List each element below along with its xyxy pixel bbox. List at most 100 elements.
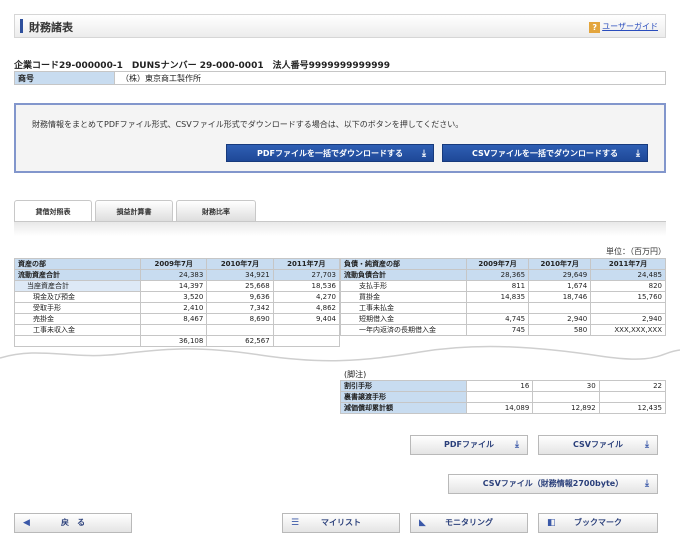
- row-label: 当座資産合計: [14, 280, 141, 292]
- table-row: 裏書譲渡手形: [340, 391, 667, 403]
- csv-financial-info-button[interactable]: CSVファイル（財務情報2700byte） ⤓: [448, 474, 658, 494]
- row-value: [598, 391, 667, 403]
- pdf-bulk-download-button[interactable]: PDFファイルを一括でダウンロードする ⤓: [226, 144, 434, 162]
- bulk-download-message: 財務情報をまとめてPDFファイル形式、CSVファイル形式でダウンロードする場合は…: [32, 120, 464, 129]
- row-value: 25,668: [206, 280, 274, 292]
- row-value: 745: [465, 324, 530, 336]
- back-label: 戻 る: [61, 518, 85, 527]
- csv-bulk-download-label: CSVファイルを一括でダウンロードする: [472, 149, 618, 158]
- csv-bulk-download-button[interactable]: CSVファイルを一括でダウンロードする ⤓: [442, 144, 648, 162]
- bookmark-label: ブックマーク: [574, 518, 622, 527]
- table-row: 工事未収入金: [14, 324, 341, 336]
- row-label: 流動資産合計: [14, 269, 141, 281]
- row-value: 18,746: [528, 291, 592, 303]
- row-value: 18,536: [272, 280, 341, 292]
- help-icon: ?: [589, 22, 601, 33]
- company-name-value: （株）東京商工製作所: [121, 74, 201, 83]
- row-value: 811: [465, 280, 530, 292]
- tab-content-shade: [14, 222, 666, 236]
- unit-label: 単位：（百万円）: [606, 247, 666, 256]
- row-value: 580: [528, 324, 592, 336]
- column-header: 2010年7月: [528, 258, 592, 270]
- row-value: [465, 302, 530, 314]
- download-icon: ⤓: [515, 440, 519, 450]
- row-value: 22: [598, 380, 667, 392]
- row-value: 8,690: [206, 313, 274, 325]
- row-value: 16: [465, 380, 534, 392]
- column-header: 2009年7月: [139, 258, 208, 270]
- row-value: 14,835: [465, 291, 530, 303]
- torn-page-divider: [0, 345, 680, 366]
- row-value: 15,760: [590, 291, 666, 303]
- tab-financial-ratios[interactable]: 財務比率: [176, 200, 256, 222]
- table-row: 買掛金 14,835 18,746 15,760: [340, 291, 666, 303]
- bulk-download-panel: 財務情報をまとめてPDFファイル形式、CSVファイル形式でダウンロードする場合は…: [14, 103, 666, 173]
- table-row: 減価償却累計額 14,089 12,892 12,435: [340, 402, 667, 414]
- back-button[interactable]: ◀ 戻 る: [14, 513, 132, 533]
- table-row: 当座資産合計 14,397 25,668 18,536: [14, 280, 341, 292]
- rss-icon: ◣: [419, 518, 426, 528]
- row-label: 買掛金: [340, 291, 467, 303]
- download-icon: ⤓: [636, 149, 640, 159]
- tab-balance-sheet[interactable]: 貸借対照表: [14, 200, 92, 223]
- download-icon: ⤓: [645, 440, 649, 450]
- pdf-bulk-download-label: PDFファイルを一括でダウンロードする: [257, 149, 403, 158]
- row-label: 減価償却累計額: [340, 402, 467, 414]
- row-value: [590, 302, 666, 314]
- monitoring-label: モニタリング: [445, 518, 493, 527]
- row-label: 工事未収入金: [14, 324, 141, 336]
- csv-file-label: CSVファイル: [573, 440, 623, 449]
- row-value: 29,649: [528, 269, 592, 281]
- row-value: 12,435: [598, 402, 667, 414]
- row-value: 14,397: [139, 280, 208, 292]
- user-guide-link[interactable]: ? ユーザーガイド: [589, 21, 658, 33]
- row-value: 28,365: [465, 269, 530, 281]
- row-label: 工事未払金: [340, 302, 467, 314]
- row-value: 24,485: [590, 269, 666, 281]
- table-row: 割引手形 16 30 22: [340, 380, 667, 392]
- row-value: 7,342: [206, 302, 274, 314]
- page-title: 財務諸表: [29, 21, 73, 34]
- row-label: 支払手形: [340, 280, 467, 292]
- user-guide-label: ユーザーガイド: [602, 22, 658, 31]
- mylist-label: マイリスト: [321, 518, 361, 527]
- csv-financial-info-label: CSVファイル（財務情報2700byte）: [482, 479, 624, 488]
- chevron-left-icon: ◀: [23, 518, 30, 528]
- company-name-label: 商号: [15, 72, 115, 84]
- assets-table: 資産の部 2009年7月 2010年7月 2011年7月 流動資産合計 24,38…: [14, 258, 341, 347]
- row-value: 4,862: [272, 302, 341, 314]
- monitoring-button[interactable]: ◣ モニタリング: [410, 513, 528, 533]
- pdf-file-label: PDFファイル: [444, 440, 494, 449]
- row-value: 9,636: [206, 291, 274, 303]
- row-value: 30: [532, 380, 600, 392]
- mylist-button[interactable]: ☰ マイリスト: [282, 513, 400, 533]
- assets-header: 資産の部: [14, 258, 141, 270]
- row-value: [465, 391, 534, 403]
- row-value: 27,703: [272, 269, 341, 281]
- column-header: 2011年7月: [272, 258, 341, 270]
- header-accent-bar: [20, 19, 23, 33]
- row-value: [528, 302, 592, 314]
- tab-income-statement[interactable]: 損益計算書: [95, 200, 173, 222]
- csv-file-button[interactable]: CSVファイル ⤓: [538, 435, 658, 455]
- row-value: [206, 324, 274, 336]
- pdf-file-button[interactable]: PDFファイル ⤓: [410, 435, 528, 455]
- row-value: 2,940: [528, 313, 592, 325]
- table-row: 流動負債合計 28,365 29,649 24,485: [340, 269, 666, 281]
- company-identifiers: 企業コード29-000000-1 DUNSナンバー 29-000-0001 法人…: [14, 61, 390, 71]
- row-label: 割引手形: [340, 380, 467, 392]
- table-row: 受取手形 2,410 7,342 4,862: [14, 302, 341, 314]
- bookmark-icon: ◧: [547, 518, 556, 528]
- row-value: 4,745: [465, 313, 530, 325]
- table-row: 売掛金 8,467 8,690 9,404: [14, 313, 341, 325]
- row-label: 裏書譲渡手形: [340, 391, 467, 403]
- bookmark-button[interactable]: ◧ ブックマーク: [538, 513, 658, 533]
- column-header: 2009年7月: [465, 258, 530, 270]
- row-value: [532, 391, 600, 403]
- row-label: 売掛金: [14, 313, 141, 325]
- row-label: 流動負債合計: [340, 269, 467, 281]
- table-row: 短期借入金 4,745 2,940 2,940: [340, 313, 666, 325]
- notes-title: (脚注): [344, 370, 367, 379]
- row-value: 2,940: [590, 313, 666, 325]
- row-value: 2,410: [139, 302, 208, 314]
